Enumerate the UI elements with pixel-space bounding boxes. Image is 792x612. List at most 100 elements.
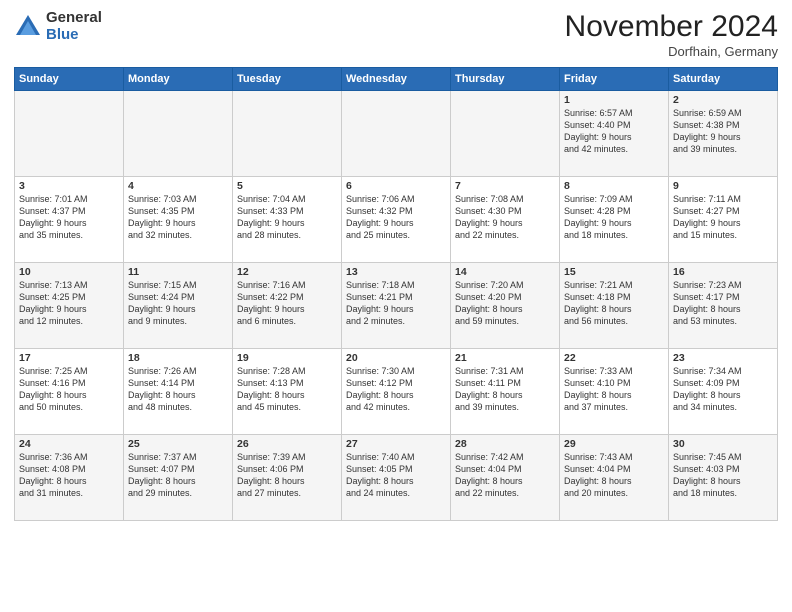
day-number: 23 [673,352,773,364]
day-number: 14 [455,266,555,278]
calendar-cell-4-0: 24 Sunrise: 7:36 AM Sunset: 4:08 PM Dayli… [15,435,124,521]
day-number: 12 [237,266,337,278]
calendar-cell-3-4: 21Sunrise: 7:31 AM Sunset: 4:11 PM Dayli… [451,349,560,435]
calendar-cell-2-5: 15Sunrise: 7:21 AM Sunset: 4:18 PM Dayli… [560,263,669,349]
calendar-cell-1-1: 4 Sunrise: 7:03 AM Sunset: 4:35 PM Daylig… [124,177,233,263]
day-number: 3 [19,180,119,192]
day-number: 15 [564,266,664,278]
col-wednesday: Wednesday [342,68,451,91]
day-number: 13 [346,266,446,278]
logo-text: General Blue [46,10,102,43]
day-info: Sunrise: 6:57 AM Sunset: 4:40 PM Dayligh… [564,108,633,154]
day-info: Sunrise: 7:09 AM Sunset: 4:28 PM Dayligh… [564,194,633,240]
week-row-4: 17Sunrise: 7:25 AM Sunset: 4:16 PM Dayli… [15,349,778,435]
calendar-cell-2-1: 11 Sunrise: 7:15 AM Sunset: 4:24 PM Dayli… [124,263,233,349]
day-number: 5 [237,180,337,192]
month-title: November 2024 [565,10,778,44]
day-number: 28 [455,438,555,450]
calendar-cell-0-6: 2Sunrise: 6:59 AM Sunset: 4:38 PM Daylig… [669,91,778,177]
col-tuesday: Tuesday [233,68,342,91]
day-number: 18 [128,352,228,364]
day-info: Sunrise: 7:42 AM Sunset: 4:04 PM Dayligh… [455,452,524,498]
calendar-cell-2-2: 12 Sunrise: 7:16 AM Sunset: 4:22 PM Dayli… [233,263,342,349]
calendar-cell-2-3: 13 Sunrise: 7:18 AM Sunset: 4:21 PM Dayli… [342,263,451,349]
col-monday: Monday [124,68,233,91]
day-number: 7 [455,180,555,192]
day-info: Sunrise: 7:34 AM Sunset: 4:09 PM Dayligh… [673,366,742,412]
day-info: Sunrise: 7:13 AM Sunset: 4:25 PM Dayligh… [19,280,88,326]
calendar-cell-0-2 [233,91,342,177]
calendar-cell-0-4 [451,91,560,177]
calendar-cell-0-3 [342,91,451,177]
day-info: Sunrise: 7:30 AM Sunset: 4:12 PM Dayligh… [346,366,415,412]
logo: General Blue [14,10,102,43]
week-row-2: 3 Sunrise: 7:01 AM Sunset: 4:37 PM Daylig… [15,177,778,263]
day-number: 27 [346,438,446,450]
calendar-cell-0-5: 1 Sunrise: 6:57 AM Sunset: 4:40 PM Daylig… [560,91,669,177]
day-info: Sunrise: 7:25 AM Sunset: 4:16 PM Dayligh… [19,366,88,412]
location: Dorfhain, Germany [565,44,778,59]
calendar-cell-1-6: 9Sunrise: 7:11 AM Sunset: 4:27 PM Daylig… [669,177,778,263]
day-info: Sunrise: 7:36 AM Sunset: 4:08 PM Dayligh… [19,452,88,498]
day-number: 8 [564,180,664,192]
day-info: Sunrise: 7:01 AM Sunset: 4:37 PM Dayligh… [19,194,88,240]
calendar-cell-4-4: 28 Sunrise: 7:42 AM Sunset: 4:04 PM Dayli… [451,435,560,521]
day-info: Sunrise: 7:03 AM Sunset: 4:35 PM Dayligh… [128,194,197,240]
week-row-3: 10 Sunrise: 7:13 AM Sunset: 4:25 PM Dayli… [15,263,778,349]
calendar-cell-1-4: 7 Sunrise: 7:08 AM Sunset: 4:30 PM Daylig… [451,177,560,263]
calendar-cell-3-0: 17Sunrise: 7:25 AM Sunset: 4:16 PM Dayli… [15,349,124,435]
page: General Blue November 2024 Dorfhain, Ger… [0,0,792,612]
day-number: 25 [128,438,228,450]
calendar-cell-0-1 [124,91,233,177]
calendar-cell-4-6: 30 Sunrise: 7:45 AM Sunset: 4:03 PM Dayli… [669,435,778,521]
day-info: Sunrise: 7:15 AM Sunset: 4:24 PM Dayligh… [128,280,197,326]
col-friday: Friday [560,68,669,91]
day-info: Sunrise: 7:37 AM Sunset: 4:07 PM Dayligh… [128,452,197,498]
day-info: Sunrise: 7:06 AM Sunset: 4:32 PM Dayligh… [346,194,415,240]
calendar-table: Sunday Monday Tuesday Wednesday Thursday… [14,67,778,521]
day-info: Sunrise: 7:18 AM Sunset: 4:21 PM Dayligh… [346,280,415,326]
day-number: 10 [19,266,119,278]
calendar-cell-2-0: 10 Sunrise: 7:13 AM Sunset: 4:25 PM Dayli… [15,263,124,349]
day-number: 1 [564,94,664,106]
week-row-5: 24 Sunrise: 7:36 AM Sunset: 4:08 PM Dayli… [15,435,778,521]
day-info: Sunrise: 7:26 AM Sunset: 4:14 PM Dayligh… [128,366,197,412]
calendar-cell-4-2: 26Sunrise: 7:39 AM Sunset: 4:06 PM Dayli… [233,435,342,521]
day-info: Sunrise: 7:43 AM Sunset: 4:04 PM Dayligh… [564,452,633,498]
day-number: 24 [19,438,119,450]
calendar-cell-2-6: 16Sunrise: 7:23 AM Sunset: 4:17 PM Dayli… [669,263,778,349]
day-number: 9 [673,180,773,192]
day-info: Sunrise: 7:39 AM Sunset: 4:06 PM Dayligh… [237,452,306,498]
day-number: 29 [564,438,664,450]
day-number: 16 [673,266,773,278]
calendar-cell-4-3: 27 Sunrise: 7:40 AM Sunset: 4:05 PM Dayli… [342,435,451,521]
day-info: Sunrise: 7:33 AM Sunset: 4:10 PM Dayligh… [564,366,633,412]
col-thursday: Thursday [451,68,560,91]
day-number: 11 [128,266,228,278]
day-info: Sunrise: 7:28 AM Sunset: 4:13 PM Dayligh… [237,366,306,412]
calendar-cell-4-5: 29 Sunrise: 7:43 AM Sunset: 4:04 PM Dayli… [560,435,669,521]
day-number: 4 [128,180,228,192]
day-number: 20 [346,352,446,364]
col-saturday: Saturday [669,68,778,91]
day-info: Sunrise: 7:08 AM Sunset: 4:30 PM Dayligh… [455,194,524,240]
day-number: 2 [673,94,773,106]
day-number: 22 [564,352,664,364]
calendar-cell-2-4: 14 Sunrise: 7:20 AM Sunset: 4:20 PM Dayli… [451,263,560,349]
title-block: November 2024 Dorfhain, Germany [565,10,778,59]
day-number: 30 [673,438,773,450]
calendar-cell-1-2: 5Sunrise: 7:04 AM Sunset: 4:33 PM Daylig… [233,177,342,263]
day-number: 6 [346,180,446,192]
week-row-1: 1 Sunrise: 6:57 AM Sunset: 4:40 PM Daylig… [15,91,778,177]
logo-icon [14,13,42,41]
day-info: Sunrise: 7:20 AM Sunset: 4:20 PM Dayligh… [455,280,524,326]
day-number: 19 [237,352,337,364]
header: General Blue November 2024 Dorfhain, Ger… [14,10,778,59]
calendar-header-row: Sunday Monday Tuesday Wednesday Thursday… [15,68,778,91]
logo-blue-text: Blue [46,27,102,44]
day-info: Sunrise: 7:16 AM Sunset: 4:22 PM Dayligh… [237,280,306,326]
logo-general-text: General [46,10,102,27]
day-info: Sunrise: 7:40 AM Sunset: 4:05 PM Dayligh… [346,452,415,498]
day-info: Sunrise: 7:45 AM Sunset: 4:03 PM Dayligh… [673,452,742,498]
col-sunday: Sunday [15,68,124,91]
